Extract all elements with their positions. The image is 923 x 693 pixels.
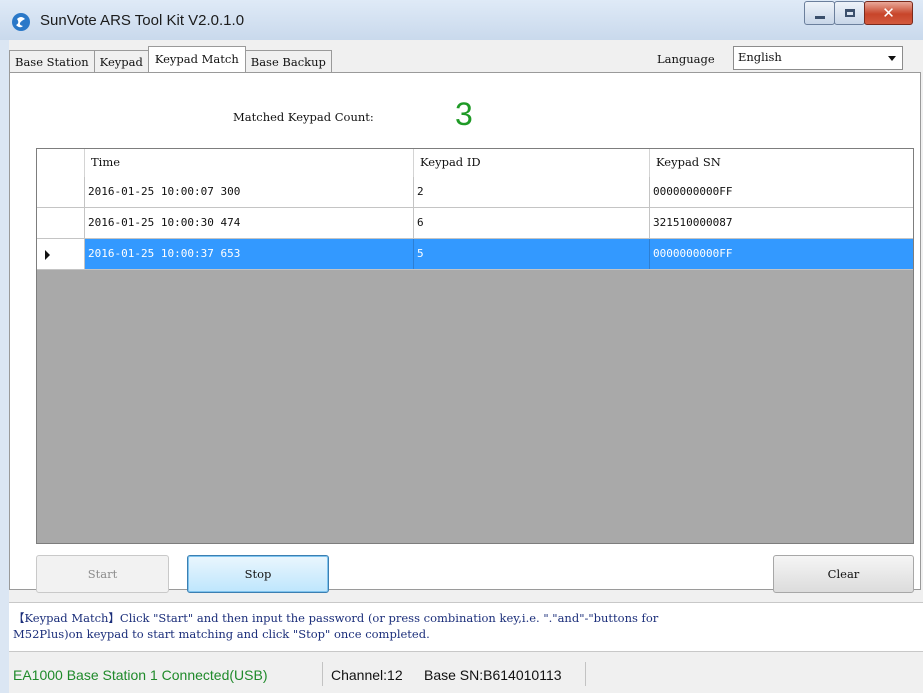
status-separator <box>322 662 323 686</box>
row-pointer-icon <box>45 250 50 260</box>
table-row-selected[interactable]: 2016-01-25 10:00:37 653 5 0000000000FF <box>37 239 913 270</box>
table-row[interactable]: 2016-01-25 10:00:30 474 6 321510000087 <box>37 208 913 239</box>
help-text-line-2: M52Plus)on keypad to start matching and … <box>13 627 430 641</box>
matched-count-value: 3 <box>455 96 473 132</box>
cell-time[interactable]: 2016-01-25 10:00:37 653 <box>85 239 414 269</box>
help-text-area: 【Keypad Match】Click "Start" and then inp… <box>9 602 923 652</box>
help-text-line-1: 【Keypad Match】Click "Start" and then inp… <box>13 611 659 625</box>
language-select[interactable]: English <box>733 46 903 70</box>
column-header-time[interactable]: Time <box>85 149 414 177</box>
row-header-corner <box>37 149 85 177</box>
tab-keypad-match[interactable]: Keypad Match <box>147 46 246 72</box>
column-header-keypad-sn[interactable]: Keypad SN <box>650 149 913 177</box>
status-connection: EA1000 Base Station 1 Connected(USB) <box>13 667 268 683</box>
maximize-button[interactable] <box>834 1 865 25</box>
window-title: SunVote ARS Tool Kit V2.0.1.0 <box>40 12 245 29</box>
app-window: SunVote ARS Tool Kit V2.0.1.0 ✕ Base Sta… <box>0 0 923 693</box>
clear-button[interactable]: Clear <box>773 555 914 593</box>
sunvote-logo-icon <box>12 13 30 31</box>
row-header[interactable] <box>37 239 85 269</box>
match-grid: Time Keypad ID Keypad SN 2016-01-25 10:0… <box>36 148 914 544</box>
cell-time[interactable]: 2016-01-25 10:00:07 300 <box>85 177 414 207</box>
tab-base-backup[interactable]: Base Backup <box>244 50 332 72</box>
matched-count-label: Matched Keypad Count: <box>233 110 374 124</box>
status-separator <box>585 662 586 686</box>
chevron-down-icon <box>888 56 896 61</box>
stop-button[interactable]: Stop <box>187 555 329 593</box>
title-bar[interactable]: SunVote ARS Tool Kit V2.0.1.0 ✕ <box>0 0 923 40</box>
cell-keypad-id[interactable]: 2 <box>414 177 650 207</box>
tab-keypad[interactable]: Keypad <box>93 50 149 72</box>
close-icon: ✕ <box>882 4 895 22</box>
grid-header: Time Keypad ID Keypad SN <box>37 149 913 178</box>
status-channel: Channel:12 <box>331 667 403 683</box>
cell-time[interactable]: 2016-01-25 10:00:30 474 <box>85 208 414 238</box>
cell-keypad-sn[interactable]: 321510000087 <box>650 208 913 238</box>
language-selected-value: English <box>738 50 782 64</box>
status-bar: EA1000 Base Station 1 Connected(USB) Cha… <box>9 658 923 693</box>
language-label: Language <box>657 52 715 66</box>
minimize-button[interactable] <box>804 1 835 25</box>
table-row[interactable]: 2016-01-25 10:00:07 300 2 0000000000FF <box>37 177 913 208</box>
cell-keypad-id[interactable]: 6 <box>414 208 650 238</box>
maximize-icon <box>844 9 855 17</box>
tab-base-station[interactable]: Base Station <box>9 50 95 72</box>
minimize-icon <box>814 15 825 19</box>
start-button[interactable]: Start <box>36 555 169 593</box>
cell-keypad-sn[interactable]: 0000000000FF <box>650 239 913 269</box>
client-area: Base Station Keypad Keypad Match Base Ba… <box>9 40 923 693</box>
row-header[interactable] <box>37 177 85 207</box>
tab-strip: Base Station Keypad Keypad Match Base Ba… <box>9 46 332 72</box>
close-button[interactable]: ✕ <box>864 1 913 25</box>
window-controls: ✕ <box>804 1 913 27</box>
cell-keypad-id[interactable]: 5 <box>414 239 650 269</box>
row-header[interactable] <box>37 208 85 238</box>
column-header-keypad-id[interactable]: Keypad ID <box>414 149 650 177</box>
cell-keypad-sn[interactable]: 0000000000FF <box>650 177 913 207</box>
status-base-sn: Base SN:B614010113 <box>424 667 562 683</box>
